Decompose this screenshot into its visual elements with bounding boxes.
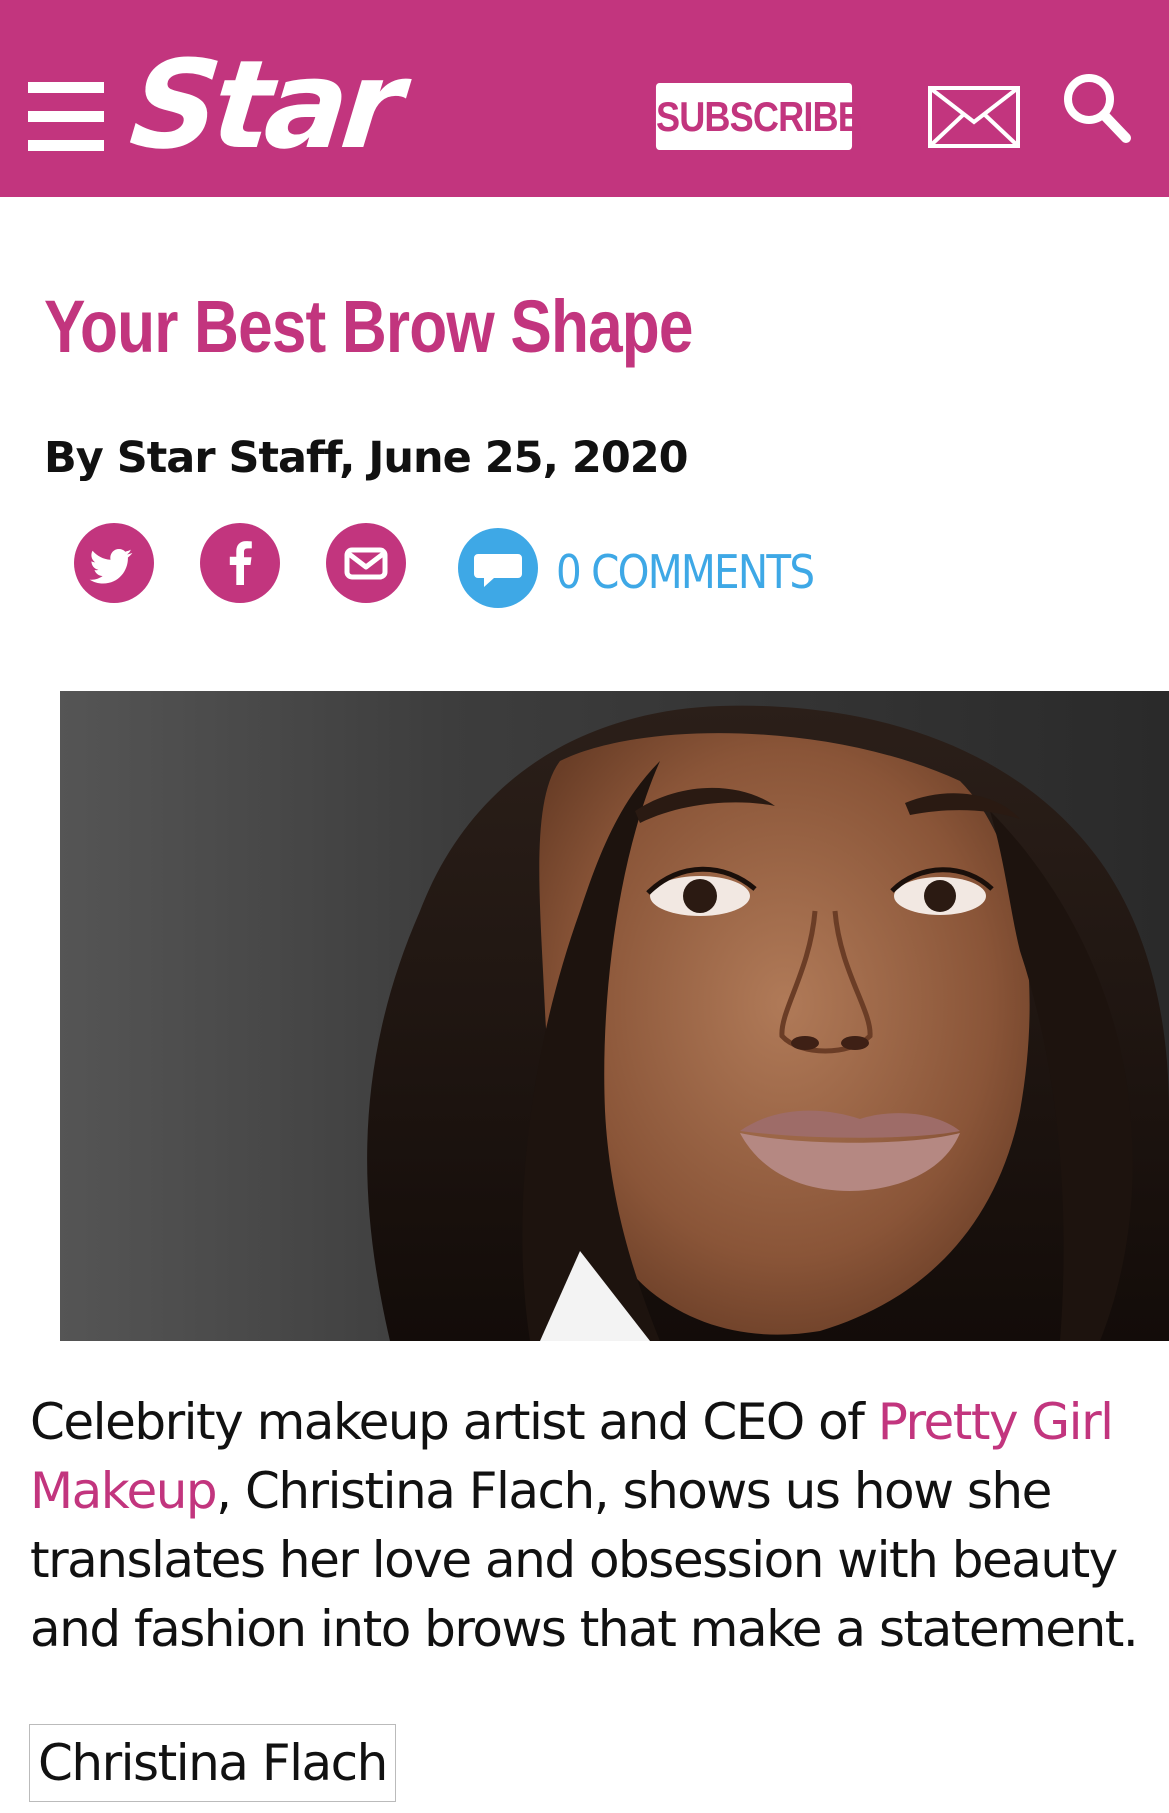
facebook-share-button[interactable] <box>200 523 280 603</box>
comments-link[interactable]: 0 COMMENTS <box>556 540 815 604</box>
email-share-button[interactable] <box>326 523 406 603</box>
hamburger-menu-icon[interactable] <box>28 82 104 152</box>
twitter-icon <box>89 549 133 584</box>
menu-bar <box>28 82 104 93</box>
facebook-icon <box>229 541 252 585</box>
twitter-share-button[interactable] <box>74 523 154 603</box>
search-icon[interactable] <box>1062 72 1132 144</box>
site-logo[interactable]: Star <box>124 30 405 180</box>
image-caption: Christina Flach <box>29 1724 396 1802</box>
article-title: Your Best Brow Shape <box>44 285 694 368</box>
article-byline: By Star Staff, June 25, 2020 <box>44 433 689 483</box>
article-intro-paragraph: Celebrity makeup artist and CEO of Prett… <box>30 1388 1150 1664</box>
comment-bubble-icon[interactable] <box>456 528 540 608</box>
envelope-icon[interactable] <box>928 86 1020 148</box>
menu-bar <box>28 140 104 151</box>
intro-text-before: Celebrity makeup artist and CEO of <box>30 1393 878 1451</box>
menu-bar <box>28 111 104 122</box>
subscribe-button[interactable]: SUBSCRIBE <box>655 83 862 150</box>
email-share-icon <box>344 547 388 580</box>
article-hero-image <box>60 691 1169 1341</box>
site-header: Star SUBSCRIBE <box>0 0 1169 197</box>
